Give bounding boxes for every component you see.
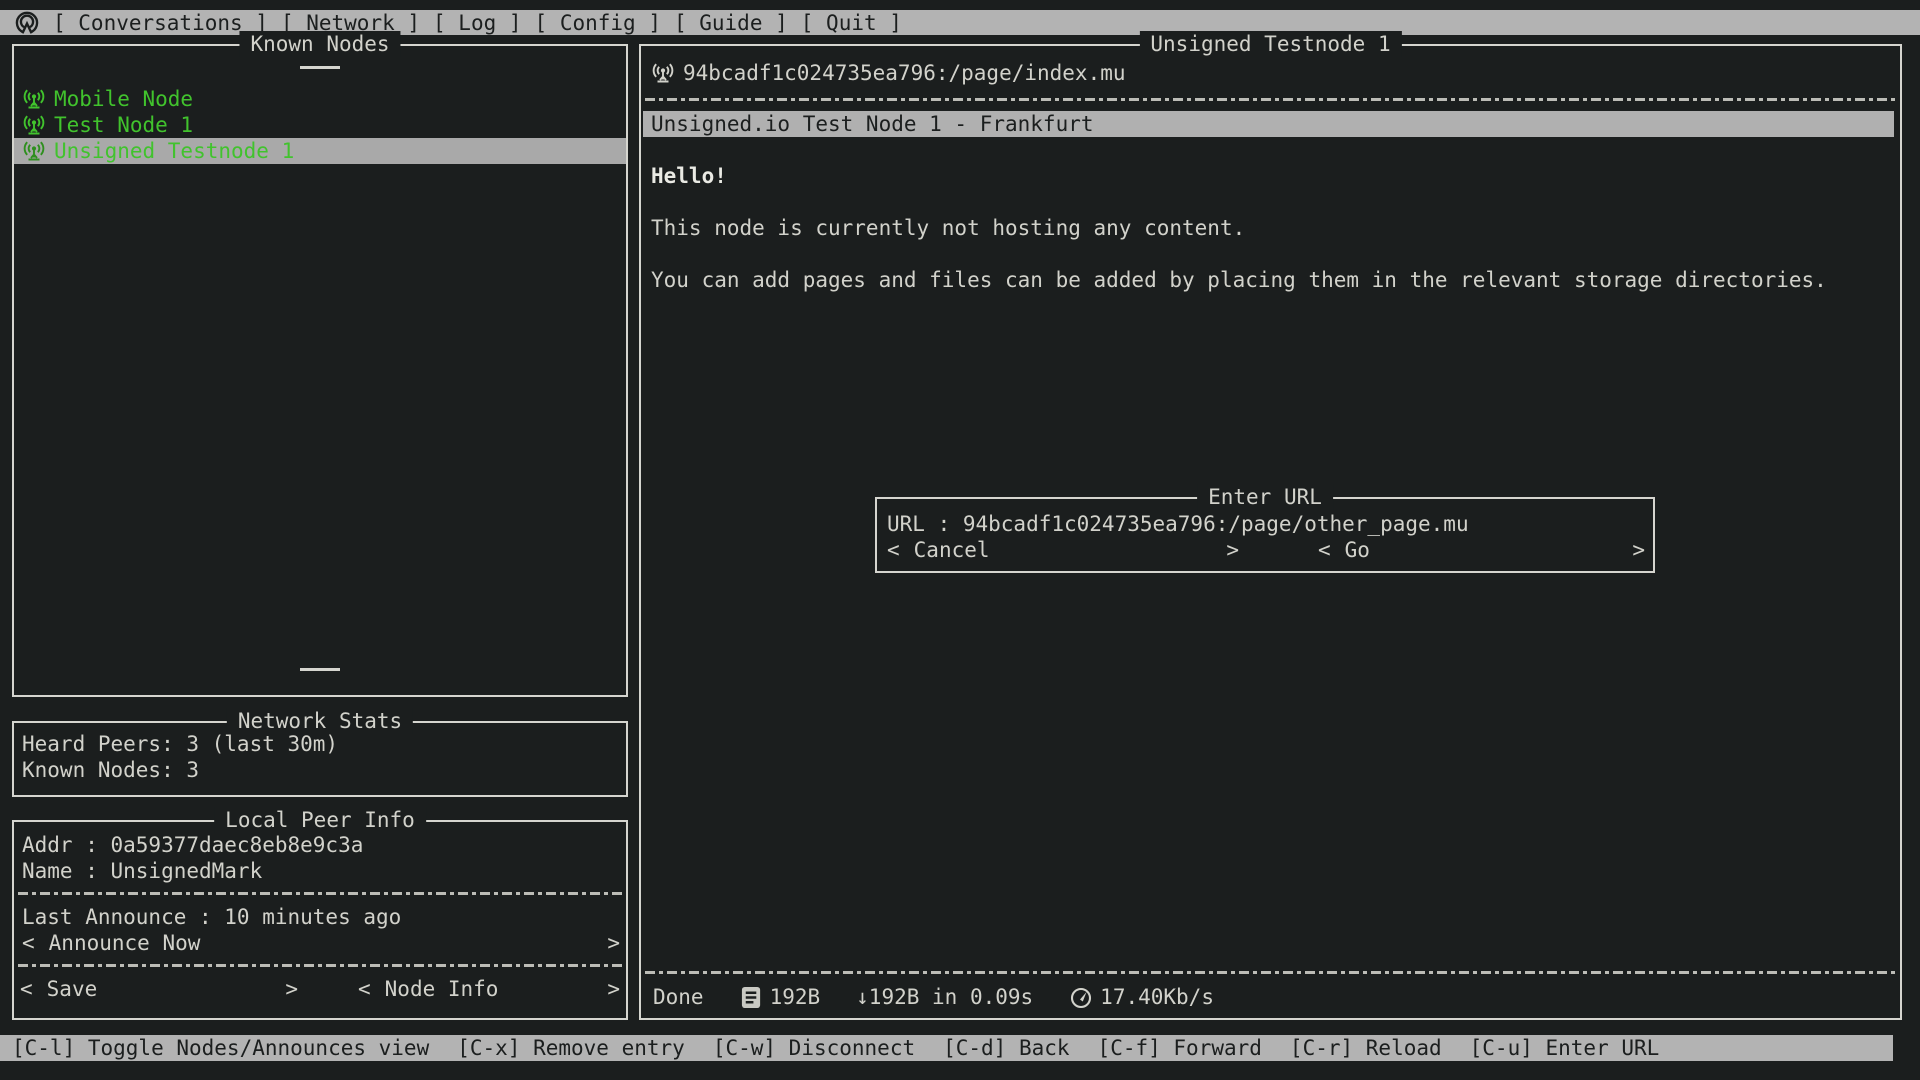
node-name: Test Node 1 — [54, 112, 193, 138]
button-bracket-right: > — [285, 976, 298, 1002]
page-heading: Hello! — [651, 163, 727, 189]
go-button[interactable]: < Go > — [1318, 537, 1645, 563]
url-input-field[interactable]: URL : 94bcadf1c024735ea796:/page/other_p… — [887, 511, 1643, 537]
shortcut-forward: [C-f] Forward — [1098, 1035, 1262, 1061]
shortcut-back: [C-d] Back — [943, 1035, 1069, 1061]
menu-item-log[interactable]: [ Log ] — [433, 10, 522, 36]
go-label: Go — [1345, 537, 1370, 563]
enter-url-dialog-title: Enter URL — [1197, 484, 1333, 510]
button-bracket-right: > — [1226, 537, 1239, 563]
node-info-button[interactable]: < Node Info > — [358, 976, 620, 1002]
shortcut-bar: [C-l] Toggle Nodes/Announces view [C-x] … — [0, 1035, 1893, 1061]
gauge-icon — [1069, 985, 1093, 1010]
button-bracket-left: < — [887, 537, 900, 563]
current-url-bar: 94bcadf1c024735ea796:/page/index.mu — [651, 60, 1126, 86]
announce-now-label: Announce Now — [49, 930, 201, 956]
shortcut-disconnect: [C-w] Disconnect — [713, 1035, 915, 1061]
peer-address: Addr : 0a59377daec8eb8e9c3a — [14, 832, 626, 858]
menu-item-conversations[interactable]: [ Conversations ] — [53, 10, 268, 36]
network-stats-title: Network Stats — [227, 708, 413, 734]
node-list-item-test-node-1[interactable]: Test Node 1 — [14, 112, 626, 138]
divider — [18, 892, 622, 895]
save-button[interactable]: < Save > — [20, 976, 298, 1002]
broadcast-antenna-icon — [22, 87, 46, 111]
heard-peers-stat: Heard Peers: 3 (last 30m) — [22, 731, 626, 757]
node-name: Mobile Node — [54, 86, 193, 112]
button-bracket-left: < — [20, 976, 33, 1002]
browser-status-line: Done 192B ↓192B in 0.09s 17.40Kb/s — [653, 984, 1214, 1010]
broadcast-antenna-icon — [651, 61, 675, 85]
menu-item-guide[interactable]: [ Guide ] — [674, 10, 788, 36]
scroll-indicator-top — [300, 66, 340, 69]
current-url: 94bcadf1c024735ea796:/page/index.mu — [683, 60, 1126, 86]
status-speed: 17.40Kb/s — [1100, 984, 1214, 1010]
shortcut-toggle-view: [C-l] Toggle Nodes/Announces view — [12, 1035, 429, 1061]
button-bracket-left: < — [22, 930, 35, 956]
page-title-bar: Unsigned.io Test Node 1 - Frankfurt — [643, 111, 1894, 137]
status-transfer: ↓192B in 0.09s — [856, 984, 1033, 1010]
status-state: Done — [653, 984, 704, 1010]
shortcut-reload: [C-r] Reload — [1290, 1035, 1442, 1061]
cancel-label: Cancel — [914, 537, 990, 563]
node-name: Unsigned Testnode 1 — [54, 138, 294, 164]
page-paragraph: You can add pages and files can be added… — [651, 267, 1827, 293]
last-announce: Last Announce : 10 minutes ago — [14, 904, 626, 930]
announce-now-button[interactable]: < Announce Now > — [20, 930, 620, 956]
cancel-button[interactable]: < Cancel > — [887, 537, 1239, 563]
broadcast-antenna-icon — [22, 139, 46, 163]
menu-item-config[interactable]: [ Config ] — [535, 10, 661, 36]
nomadnet-logo-icon — [14, 10, 40, 36]
known-nodes-stat: Known Nodes: 3 — [22, 757, 626, 783]
document-lines-icon — [740, 985, 763, 1010]
save-label: Save — [47, 976, 98, 1002]
scroll-indicator-bottom — [300, 668, 340, 671]
enter-url-dialog: Enter URL URL : 94bcadf1c024735ea796:/pa… — [875, 497, 1655, 573]
broadcast-antenna-icon — [22, 113, 46, 137]
button-bracket-right: > — [607, 976, 620, 1002]
divider — [645, 971, 1896, 974]
divider — [18, 964, 622, 967]
local-peer-info-title: Local Peer Info — [214, 807, 426, 833]
shortcut-remove-entry: [C-x] Remove entry — [457, 1035, 685, 1061]
button-bracket-right: > — [1632, 537, 1645, 563]
known-nodes-panel: Known Nodes Mobile Node Test Node 1 Unsi… — [12, 44, 628, 697]
node-browser-panel: Unsigned Testnode 1 94bcadf1c024735ea796… — [639, 44, 1902, 1020]
peer-name: Name : UnsignedMark — [14, 858, 626, 884]
network-stats-panel: Network Stats Heard Peers: 3 (last 30m) … — [12, 721, 628, 797]
node-info-label: Node Info — [385, 976, 499, 1002]
node-list-item-unsigned-testnode-1[interactable]: Unsigned Testnode 1 — [14, 138, 626, 164]
divider — [645, 98, 1896, 101]
button-bracket-left: < — [1318, 537, 1331, 563]
local-peer-info-panel: Local Peer Info Addr : 0a59377daec8eb8e9… — [12, 820, 628, 1020]
status-size: 192B — [770, 984, 821, 1010]
menu-item-quit[interactable]: [ Quit ] — [801, 10, 902, 36]
button-bracket-left: < — [358, 976, 371, 1002]
shortcut-enter-url: [C-u] Enter URL — [1470, 1035, 1660, 1061]
node-list-item-mobile-node[interactable]: Mobile Node — [14, 86, 626, 112]
browser-title: Unsigned Testnode 1 — [1139, 31, 1401, 57]
known-nodes-title: Known Nodes — [239, 31, 400, 57]
button-bracket-right: > — [607, 930, 620, 956]
page-paragraph: This node is currently not hosting any c… — [651, 215, 1245, 241]
